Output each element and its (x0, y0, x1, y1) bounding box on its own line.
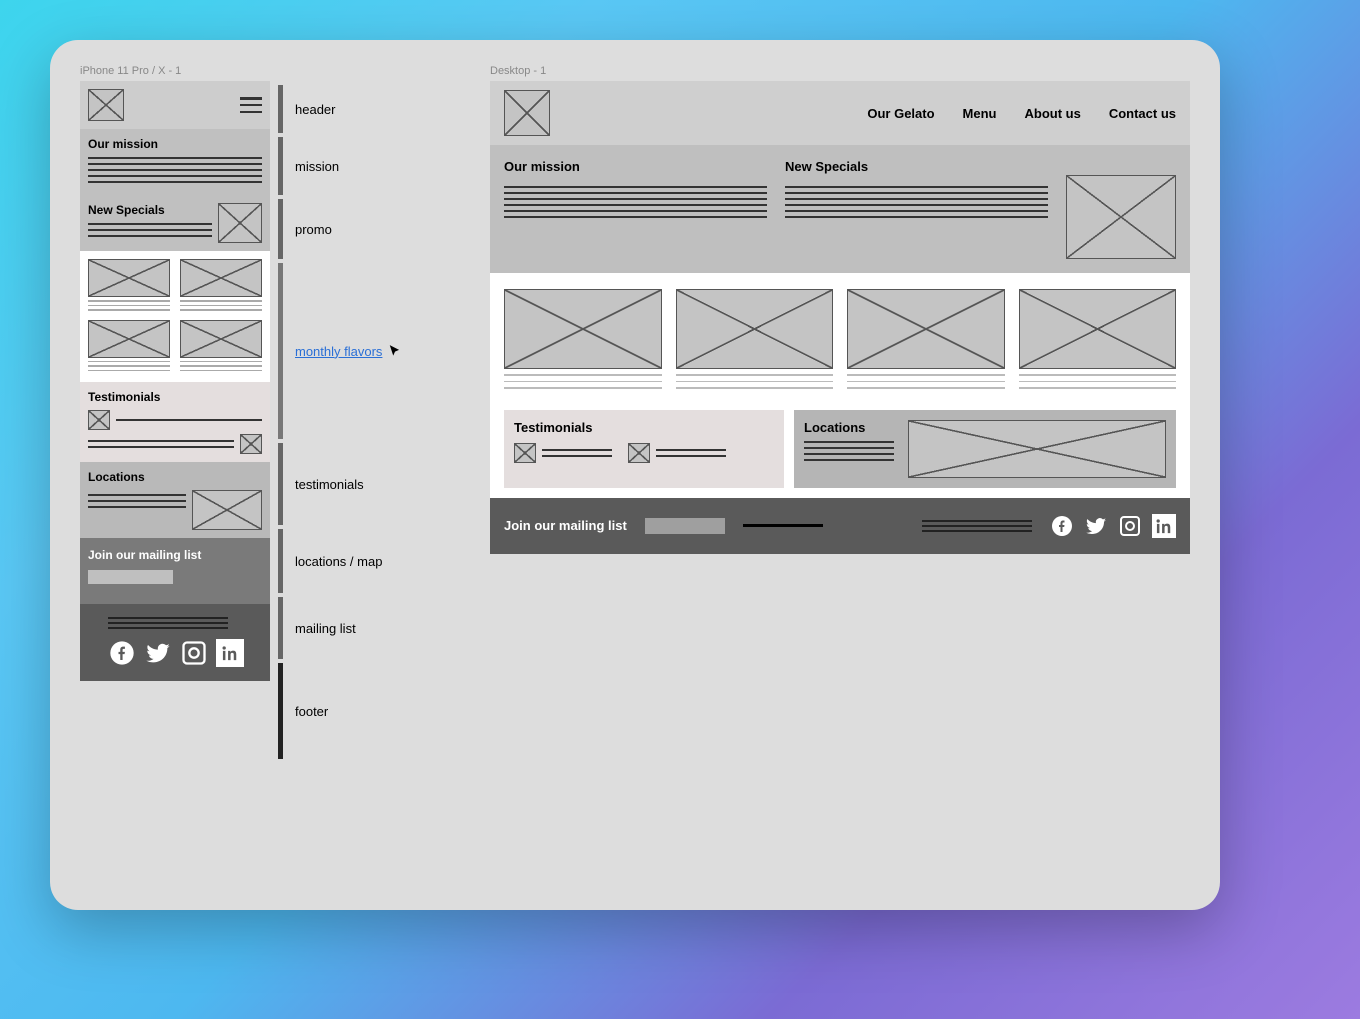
text-placeholder (88, 361, 170, 372)
nav-contact-us[interactable]: Contact us (1109, 106, 1176, 121)
facebook-icon[interactable] (1050, 514, 1074, 538)
text-placeholder (656, 445, 726, 461)
text-placeholder (88, 157, 262, 183)
logo-placeholder (88, 89, 124, 121)
email-input[interactable] (88, 570, 173, 584)
nav-about-us[interactable]: About us (1025, 106, 1081, 121)
heading-locations: Locations (88, 470, 262, 484)
mobile-locations-section[interactable]: Locations (80, 462, 270, 538)
avatar-placeholder (628, 443, 650, 463)
mobile-mission-section[interactable]: Our mission (80, 129, 270, 195)
text-placeholder (180, 361, 262, 372)
image-placeholder (88, 259, 170, 297)
map-placeholder (192, 490, 262, 530)
desktop-hero-section[interactable]: Our mission New Specials (490, 145, 1190, 273)
desktop-flavors-section[interactable] (490, 273, 1190, 410)
image-placeholder (88, 320, 170, 358)
twitter-icon[interactable] (1084, 514, 1108, 538)
text-placeholder (1019, 374, 1177, 389)
text-placeholder (180, 300, 262, 311)
avatar-placeholder (88, 410, 110, 430)
avatar-placeholder (240, 434, 262, 454)
mobile-flavors-section[interactable] (80, 251, 270, 382)
annotation-promo[interactable]: promo (295, 222, 332, 237)
heading-locations: Locations (804, 420, 894, 435)
mobile-promo-section[interactable]: New Specials (80, 195, 270, 251)
annotation-header[interactable]: header (295, 102, 335, 117)
text-placeholder (116, 415, 262, 425)
text-placeholder (804, 441, 894, 461)
image-placeholder (180, 320, 262, 358)
design-canvas[interactable]: iPhone 11 Pro / X - 1 Our mission New Sp… (50, 40, 1220, 910)
heading-mailing: Join our mailing list (88, 548, 262, 562)
desktop-testimonials-section[interactable]: Testimonials (504, 410, 784, 488)
text-placeholder (504, 186, 767, 218)
frame-label-desktop[interactable]: Desktop - 1 (490, 65, 1190, 77)
submit-line-placeholder[interactable] (743, 524, 823, 527)
hamburger-icon[interactable] (240, 97, 262, 113)
image-placeholder (676, 289, 834, 369)
desktop-lower-row[interactable]: Testimonials Locations (490, 410, 1190, 498)
annotation-mission[interactable]: mission (295, 159, 339, 174)
heading-new-specials: New Specials (785, 159, 1048, 174)
heading-testimonials: Testimonials (514, 420, 774, 435)
mobile-header-section[interactable] (80, 81, 270, 129)
instagram-icon[interactable] (180, 639, 208, 667)
desktop-frame[interactable]: Desktop - 1 Our Gelato Menu About us Con… (490, 65, 1190, 554)
annotation-locations[interactable]: locations / map (295, 554, 382, 569)
nav-our-gelato[interactable]: Our Gelato (867, 106, 934, 121)
text-placeholder (847, 374, 1005, 389)
logo-placeholder (504, 90, 550, 136)
text-placeholder (922, 517, 1032, 535)
facebook-icon[interactable] (108, 639, 136, 667)
text-placeholder (88, 436, 234, 452)
heading-our-mission: Our mission (88, 137, 262, 151)
desktop-header-section[interactable]: Our Gelato Menu About us Contact us (490, 81, 1190, 145)
text-placeholder (108, 617, 228, 629)
heading-our-mission: Our mission (504, 159, 767, 174)
text-placeholder (785, 186, 1048, 218)
mobile-frame[interactable]: iPhone 11 Pro / X - 1 Our mission New Sp… (80, 65, 270, 681)
map-placeholder (908, 420, 1166, 478)
annotation-footer[interactable]: footer (295, 704, 328, 719)
annotation-testimonials[interactable]: testimonials (295, 477, 364, 492)
heading-testimonials: Testimonials (88, 390, 262, 404)
linkedin-icon[interactable] (216, 639, 244, 667)
image-placeholder (1066, 175, 1176, 259)
text-placeholder (676, 374, 834, 389)
annotation-mailing[interactable]: mailing list (295, 621, 356, 636)
text-placeholder (88, 223, 212, 237)
mobile-artboard[interactable]: Our mission New Specials Testimonials (80, 81, 270, 681)
avatar-placeholder (514, 443, 536, 463)
nav-menu[interactable]: Menu (963, 106, 997, 121)
image-placeholder (847, 289, 1005, 369)
image-placeholder (504, 289, 662, 369)
frame-label-mobile[interactable]: iPhone 11 Pro / X - 1 (80, 65, 270, 77)
annotation-monthly-flavors[interactable]: monthly flavors (295, 344, 382, 359)
heading-new-specials: New Specials (88, 203, 212, 217)
linkedin-icon[interactable] (1152, 514, 1176, 538)
image-placeholder (218, 203, 262, 243)
image-placeholder (1019, 289, 1177, 369)
desktop-footer-section[interactable]: Join our mailing list (490, 498, 1190, 554)
cursor-icon (388, 344, 402, 358)
text-placeholder (88, 490, 186, 530)
text-placeholder (504, 374, 662, 389)
twitter-icon[interactable] (144, 639, 172, 667)
desktop-locations-section[interactable]: Locations (794, 410, 1176, 488)
mobile-mailing-section[interactable]: Join our mailing list (80, 538, 270, 604)
email-input[interactable] (645, 518, 725, 534)
instagram-icon[interactable] (1118, 514, 1142, 538)
heading-mailing: Join our mailing list (504, 518, 627, 533)
image-placeholder (180, 259, 262, 297)
text-placeholder (542, 445, 612, 461)
desktop-artboard[interactable]: Our Gelato Menu About us Contact us Our … (490, 81, 1190, 554)
text-placeholder (88, 300, 170, 311)
mobile-footer-section[interactable] (80, 604, 270, 681)
mobile-testimonials-section[interactable]: Testimonials (80, 382, 270, 462)
